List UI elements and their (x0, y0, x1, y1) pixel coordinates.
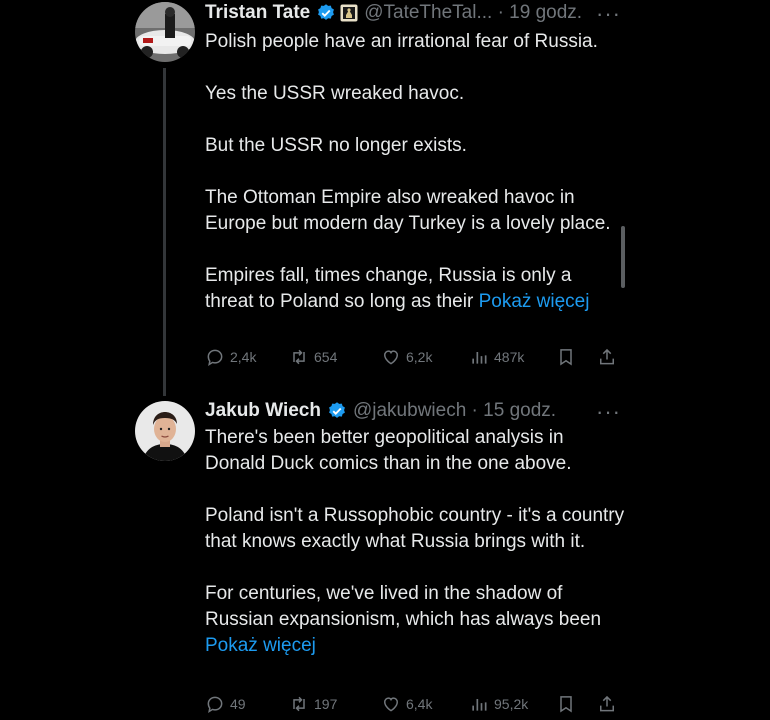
share-icon (600, 348, 614, 365)
tweet-paragraph: Yes the USSR wreaked havoc. (205, 83, 465, 104)
reply-icon (207, 696, 223, 714)
reply-icon (207, 349, 223, 367)
affiliate-badge-icon[interactable] (340, 4, 358, 22)
reply-button[interactable]: 2,4k (205, 345, 256, 369)
like-count: 6,4k (406, 696, 433, 712)
tweet-actions: 2,4k 654 6,2k 487k (205, 345, 620, 369)
more-options-button[interactable]: ··· (596, 3, 621, 25)
tweet-paragraph: There's been better geopolitical analysi… (205, 427, 572, 474)
tweet-paragraph: Poland isn't a Russophobic country - it'… (205, 505, 625, 552)
share-icon (600, 695, 614, 712)
tweet-paragraph: But the USSR no longer exists. (205, 135, 467, 156)
heart-icon (383, 350, 399, 365)
views-button[interactable]: 487k (469, 345, 524, 369)
avatar-jakub-wiech[interactable] (135, 401, 195, 461)
scrollbar-thumb[interactable] (621, 226, 625, 288)
retweet-icon (293, 349, 305, 365)
avatar-image (135, 401, 195, 461)
tweet-paragraph: The Ottoman Empire also wreaked havoc in… (205, 187, 611, 234)
tweet-paragraph-text: For centuries, we've lived in the shadow… (205, 583, 602, 630)
like-button[interactable]: 6,2k (381, 345, 432, 369)
retweet-count: 197 (314, 696, 338, 712)
bookmark-icon (560, 349, 572, 366)
retweet-icon (293, 696, 305, 712)
share-button[interactable] (597, 345, 622, 369)
author-handle-and-time[interactable]: @jakubwiech · 15 godz. (353, 399, 556, 423)
more-options-button[interactable]: ··· (596, 401, 621, 423)
bookmark-button[interactable] (556, 345, 581, 369)
verified-badge-icon[interactable] (316, 3, 336, 23)
retweet-button[interactable]: 654 (289, 345, 337, 369)
author-handle-and-time[interactable]: @TateTheTal... · 19 godz. (364, 1, 582, 25)
show-more-link[interactable]: Pokaż więcej (479, 291, 590, 312)
reply-count: 2,4k (230, 349, 257, 365)
author-name[interactable]: Tristan Tate (205, 1, 310, 25)
reply-button[interactable]: 49 (205, 692, 246, 716)
tweet-actions: 49 197 6,4k 95,2k (205, 692, 620, 716)
retweet-count: 654 (314, 349, 338, 365)
views-chart-icon (472, 352, 487, 364)
heart-icon (383, 697, 399, 712)
tweet-tristan-tate[interactable]: Tristan Tate @TateTheTal... · 19 godz. ·… (0, 0, 770, 400)
avatar-tristan-tate[interactable] (135, 2, 195, 62)
tweet-header: Tristan Tate @TateTheTal... · 19 godz. (205, 1, 582, 25)
share-button[interactable] (597, 692, 622, 716)
tweet-text: Polish people have an irrational fear of… (205, 29, 625, 315)
bookmark-button[interactable] (556, 692, 581, 716)
reply-count: 49 (230, 696, 246, 712)
like-count: 6,2k (406, 349, 433, 365)
verified-badge-icon[interactable] (327, 401, 347, 421)
bookmark-icon (560, 696, 572, 713)
views-chart-icon (472, 699, 487, 711)
thread-connector-line (163, 68, 166, 396)
avatar-image (135, 2, 195, 62)
tweet-paragraph-last: For centuries, we've lived in the shadow… (205, 581, 625, 659)
show-more-link[interactable]: Pokaż więcej (205, 635, 316, 656)
tweet-paragraph: Polish people have an irrational fear of… (205, 31, 598, 52)
views-count: 95,2k (494, 696, 529, 712)
tweet-text: There's been better geopolitical analysi… (205, 425, 625, 659)
retweet-button[interactable]: 197 (289, 692, 337, 716)
author-name[interactable]: Jakub Wiech (205, 399, 321, 423)
views-count: 487k (494, 349, 525, 365)
tweet-header: Jakub Wiech @jakubwiech · 15 godz. (205, 399, 556, 423)
views-button[interactable]: 95,2k (469, 692, 528, 716)
tweet-jakub-wiech[interactable]: Jakub Wiech @jakubwiech · 15 godz. ··· T… (0, 396, 770, 720)
tweet-paragraph-last: Empires fall, times change, Russia is on… (205, 263, 625, 315)
like-button[interactable]: 6,4k (381, 692, 432, 716)
